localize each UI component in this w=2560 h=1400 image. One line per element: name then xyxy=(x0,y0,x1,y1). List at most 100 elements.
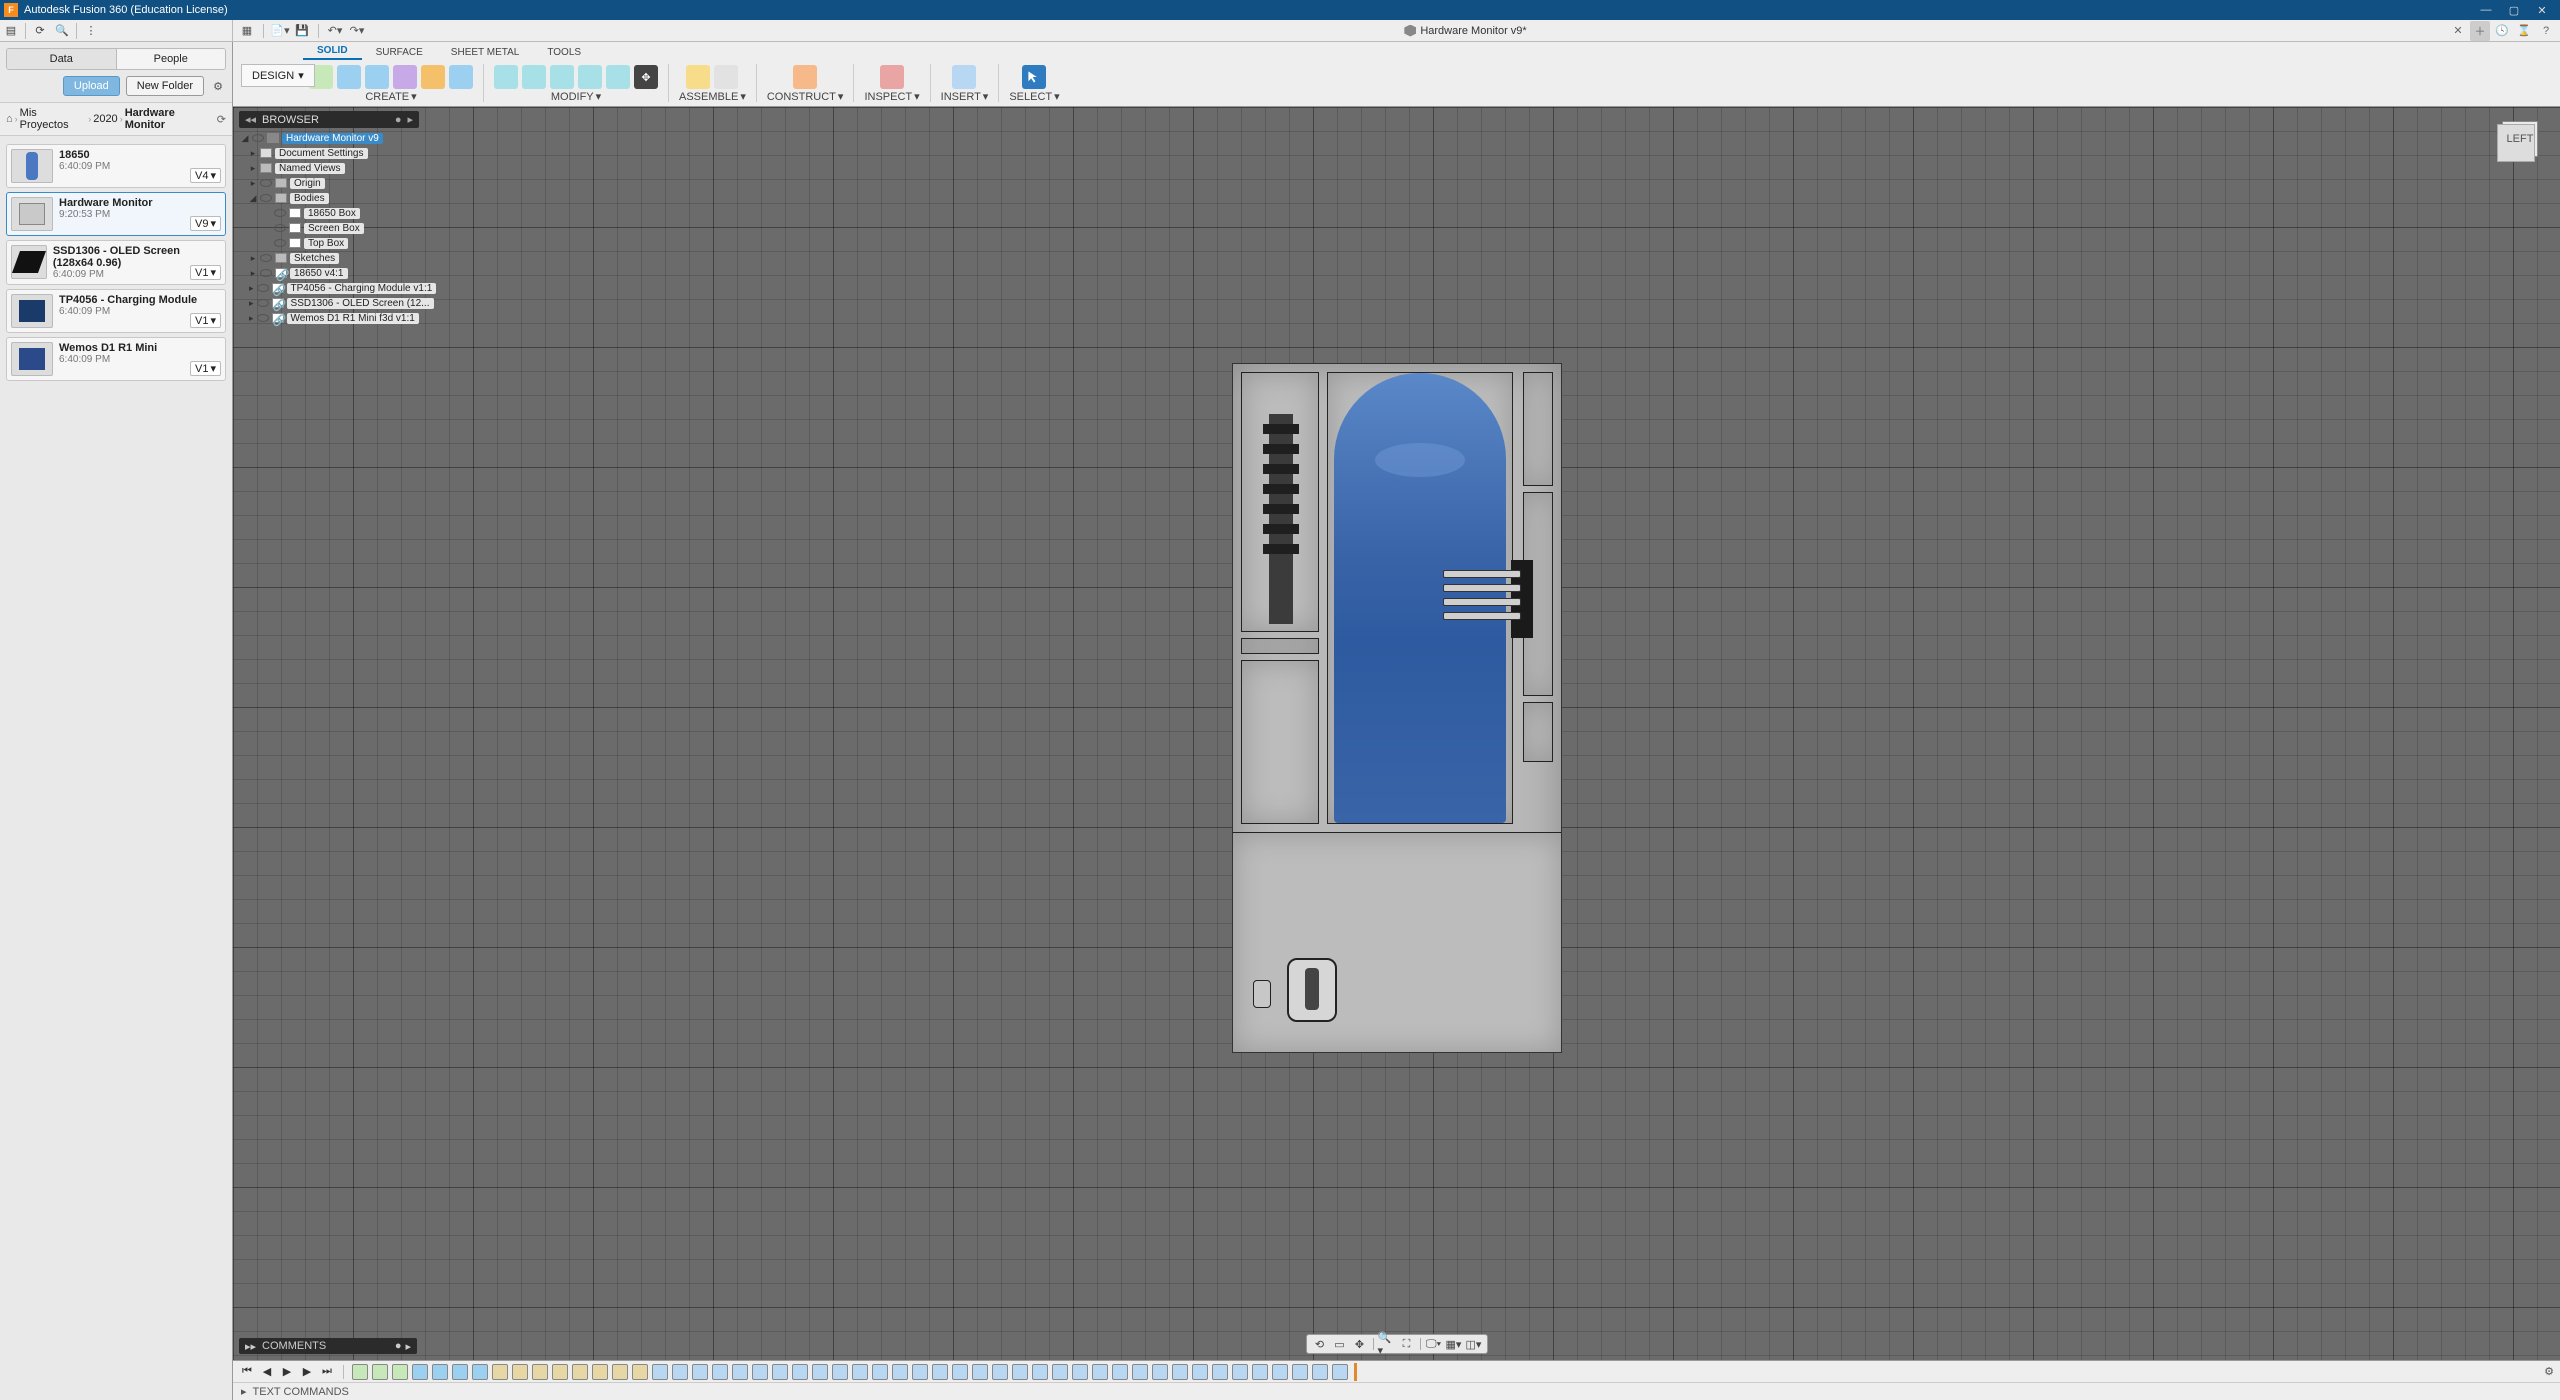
expand-icon[interactable]: ▸ xyxy=(241,1385,247,1398)
comments-close-icon[interactable]: ▸ xyxy=(405,1340,411,1353)
zoom-icon[interactable]: 🔍▾ xyxy=(1378,1336,1396,1352)
comments-options-icon[interactable]: ● xyxy=(395,1340,402,1353)
draft-button[interactable] xyxy=(606,65,630,89)
timeline-feature[interactable] xyxy=(1232,1364,1248,1380)
tab-sheet-metal[interactable]: SHEET METAL xyxy=(437,45,534,60)
timeline-feature[interactable] xyxy=(952,1364,968,1380)
timeline-feature[interactable] xyxy=(1192,1364,1208,1380)
new-folder-button[interactable]: New Folder xyxy=(126,76,204,96)
browser-options-icon[interactable]: ● xyxy=(395,114,402,126)
visibility-icon[interactable] xyxy=(260,193,272,203)
visibility-icon[interactable] xyxy=(257,313,269,323)
timeline-feature[interactable] xyxy=(772,1364,788,1380)
list-item[interactable]: Hardware Monitor 9:20:53 PM V9▾ xyxy=(6,192,226,236)
browser-node-component[interactable]: ▸🔗Wemos D1 R1 Mini f3d v1:1 xyxy=(239,311,419,325)
timeline-feature[interactable] xyxy=(812,1364,828,1380)
browser-node-component[interactable]: ▸🔗TP4056 - Charging Module v1:1 xyxy=(239,281,419,295)
visibility-icon[interactable] xyxy=(257,283,269,293)
press-pull-button[interactable] xyxy=(494,65,518,89)
timeline-feature[interactable] xyxy=(792,1364,808,1380)
save-button[interactable]: 💾 xyxy=(292,21,312,41)
timeline-feature[interactable] xyxy=(1092,1364,1108,1380)
new-tab-button[interactable]: ＋ xyxy=(2470,21,2490,41)
visibility-icon[interactable] xyxy=(274,238,286,248)
timeline-feature[interactable] xyxy=(1112,1364,1128,1380)
browser-node-body[interactable]: Top Box xyxy=(239,236,419,250)
sweep-button[interactable] xyxy=(393,65,417,89)
timeline-feature[interactable] xyxy=(432,1364,448,1380)
crumb-root[interactable]: Mis Proyectos xyxy=(20,107,87,131)
move-button[interactable]: ✥ xyxy=(634,65,658,89)
loft-button[interactable] xyxy=(421,65,445,89)
upload-button[interactable]: Upload xyxy=(63,76,120,96)
shell-button[interactable] xyxy=(550,65,574,89)
browser-node-body[interactable]: 18650 Box xyxy=(239,206,419,220)
window-close-button[interactable]: ✕ xyxy=(2528,0,2556,20)
select-tool-button[interactable] xyxy=(1022,65,1046,89)
list-item[interactable]: SSD1306 - OLED Screen (128x64 0.96) 6:40… xyxy=(6,240,226,285)
timeline-feature[interactable] xyxy=(412,1364,428,1380)
job-status-button[interactable]: ⌛ xyxy=(2514,21,2534,41)
orbit-icon[interactable]: ⟲ xyxy=(1311,1336,1329,1352)
timeline-feature[interactable] xyxy=(592,1364,608,1380)
notifications-button[interactable]: 🕓 xyxy=(2492,21,2512,41)
timeline-feature[interactable] xyxy=(972,1364,988,1380)
timeline-feature[interactable] xyxy=(872,1364,888,1380)
timeline-feature[interactable] xyxy=(512,1364,528,1380)
box-button[interactable] xyxy=(449,65,473,89)
chevron-down-icon[interactable]: ▾ xyxy=(1054,90,1060,103)
visibility-icon[interactable] xyxy=(260,268,272,278)
show-data-panel-icon[interactable]: ▦ xyxy=(237,21,257,41)
view-cube[interactable]: LEFT xyxy=(2502,121,2542,161)
timeline-feature[interactable] xyxy=(1012,1364,1028,1380)
tab-surface[interactable]: SURFACE xyxy=(362,45,437,60)
browser-node-origin[interactable]: ▸Origin xyxy=(239,176,419,190)
timeline-feature[interactable] xyxy=(1152,1364,1168,1380)
timeline-feature[interactable] xyxy=(1292,1364,1308,1380)
timeline-feature[interactable] xyxy=(612,1364,628,1380)
crumb-year[interactable]: 2020 xyxy=(93,113,117,125)
expand-menu-icon[interactable]: ⋮ xyxy=(80,20,102,42)
search-button[interactable]: 🔍 xyxy=(51,20,73,42)
visibility-icon[interactable] xyxy=(252,133,264,143)
list-item[interactable]: 18650 6:40:09 PM V4▾ xyxy=(6,144,226,188)
pan-icon[interactable]: ✥ xyxy=(1351,1336,1369,1352)
browser-node-named-views[interactable]: ▸Named Views xyxy=(239,161,419,175)
version-badge[interactable]: V9▾ xyxy=(190,216,221,231)
extrude-button[interactable] xyxy=(337,65,361,89)
timeline-end-button[interactable]: ⏭ xyxy=(319,1364,335,1380)
tab-tools[interactable]: TOOLS xyxy=(533,45,595,60)
crumb-refresh-icon[interactable]: ⟳ xyxy=(217,113,226,126)
timeline-feature[interactable] xyxy=(652,1364,668,1380)
chevron-down-icon[interactable]: ▾ xyxy=(411,90,417,103)
timeline-feature[interactable] xyxy=(832,1364,848,1380)
new-component-button[interactable] xyxy=(686,65,710,89)
timeline-feature[interactable] xyxy=(1272,1364,1288,1380)
refresh-button[interactable]: ⟳ xyxy=(29,20,51,42)
timeline-feature[interactable] xyxy=(1332,1364,1348,1380)
measure-button[interactable] xyxy=(880,65,904,89)
timeline-settings-icon[interactable]: ⚙ xyxy=(2544,1365,2554,1378)
timeline-feature[interactable] xyxy=(1032,1364,1048,1380)
visibility-icon[interactable] xyxy=(257,298,269,308)
browser-node-bodies[interactable]: ◢Bodies xyxy=(239,191,419,205)
timeline-feature[interactable] xyxy=(1072,1364,1088,1380)
version-badge[interactable]: V4▾ xyxy=(190,168,221,183)
timeline-forward-button[interactable]: ▶ xyxy=(299,1364,315,1380)
timeline-feature[interactable] xyxy=(712,1364,728,1380)
crumb-current[interactable]: Hardware Monitor xyxy=(125,107,215,131)
browser-node-component[interactable]: ▸🔗SSD1306 - OLED Screen (12... xyxy=(239,296,419,310)
timeline-feature[interactable] xyxy=(992,1364,1008,1380)
timeline-feature[interactable] xyxy=(472,1364,488,1380)
joint-button[interactable] xyxy=(714,65,738,89)
timeline-playhead[interactable] xyxy=(1354,1363,1357,1381)
version-badge[interactable]: V1▾ xyxy=(190,265,221,280)
visibility-icon[interactable] xyxy=(274,223,286,233)
list-item[interactable]: Wemos D1 R1 Mini 6:40:09 PM V1▾ xyxy=(6,337,226,381)
timeline-feature[interactable] xyxy=(452,1364,468,1380)
revolve-button[interactable] xyxy=(365,65,389,89)
timeline-feature[interactable] xyxy=(532,1364,548,1380)
timeline-feature[interactable] xyxy=(752,1364,768,1380)
browser-header[interactable]: ◂◂ BROWSER ● ▸ xyxy=(239,111,419,128)
window-maximize-button[interactable]: ▢ xyxy=(2500,0,2528,20)
